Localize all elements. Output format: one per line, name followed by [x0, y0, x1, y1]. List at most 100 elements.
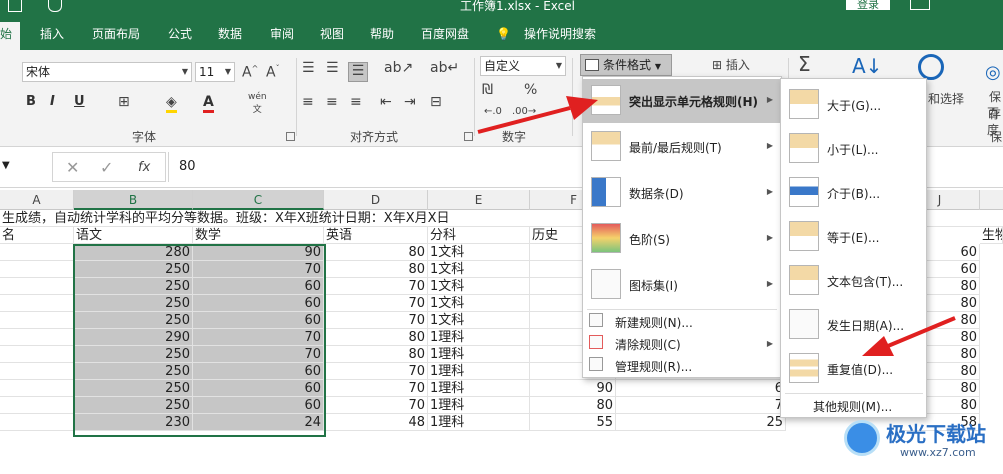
align-right-icon[interactable]: ≡: [350, 94, 362, 110]
align-left-icon[interactable]: ≡: [302, 94, 314, 110]
header-history[interactable]: 历史: [530, 227, 590, 244]
menu-highlight-rules[interactable]: 突出显示单元格规则(H) ▶: [583, 79, 781, 123]
header-math[interactable]: 数学: [193, 227, 324, 244]
baidu-save-icon[interactable]: ◎: [985, 62, 1001, 83]
col-header-c[interactable]: C: [193, 190, 324, 210]
decrease-decimal-icon[interactable]: .00→: [512, 106, 536, 117]
underline-button[interactable]: U: [74, 94, 85, 109]
col-header-d[interactable]: D: [324, 190, 428, 210]
menu-color-scales[interactable]: 色阶(S) ▶: [583, 217, 781, 261]
align-center-icon[interactable]: ≡: [326, 94, 338, 110]
table-cell[interactable]: 7: [616, 397, 786, 414]
table-cell[interactable]: [0, 261, 74, 278]
submenu-equal-to[interactable]: 等于(E)...: [781, 215, 926, 259]
increase-font-icon[interactable]: A^: [242, 64, 258, 81]
header-subject[interactable]: 分科: [428, 227, 530, 244]
name-box-dropdown-icon[interactable]: ▼: [2, 160, 10, 171]
font-color-icon[interactable]: A: [203, 94, 214, 113]
table-cell[interactable]: 70: [324, 363, 428, 380]
col-header-f[interactable]: F: [530, 190, 584, 210]
font-size-select[interactable]: 11 ▼: [195, 62, 235, 82]
number-format-select[interactable]: 自定义 ▼: [480, 56, 566, 76]
table-cell[interactable]: 1文科: [428, 278, 530, 295]
tab-help[interactable]: 帮助: [370, 26, 394, 42]
tab-review[interactable]: 审阅: [270, 26, 294, 42]
submenu-between[interactable]: 介于(B)...: [781, 171, 926, 215]
tab-formulas[interactable]: 公式: [168, 26, 192, 42]
fill-color-icon[interactable]: ◈: [166, 94, 177, 113]
align-top-icon[interactable]: ☰: [302, 60, 315, 76]
orientation-icon[interactable]: ab↗: [384, 60, 413, 76]
table-cell[interactable]: 80: [324, 346, 428, 363]
menu-new-rule[interactable]: 新建规则(N)...: [583, 311, 781, 333]
align-middle-icon[interactable]: ☰: [326, 60, 339, 76]
italic-button[interactable]: I: [50, 94, 55, 109]
table-cell[interactable]: 80: [530, 397, 616, 414]
header-name[interactable]: 名: [0, 227, 74, 244]
autosum-button[interactable]: Σ: [798, 52, 811, 76]
table-cell[interactable]: 25: [616, 414, 786, 431]
phonetic-icon[interactable]: wén 文: [248, 92, 267, 115]
table-cell[interactable]: [0, 278, 74, 295]
align-bottom-icon[interactable]: ☰: [348, 62, 368, 82]
menu-icon-sets[interactable]: 图标集(I) ▶: [583, 263, 781, 307]
currency-icon[interactable]: ₪: [482, 82, 493, 98]
table-cell[interactable]: 70: [324, 380, 428, 397]
table-cell[interactable]: 1理科: [428, 380, 530, 397]
print-preview-icon[interactable]: [48, 0, 62, 12]
decrease-font-icon[interactable]: Aˇ: [266, 64, 280, 81]
sort-filter-icon[interactable]: A↓: [852, 54, 882, 78]
tab-insert[interactable]: 插入: [40, 26, 64, 42]
col-header-b[interactable]: B: [74, 190, 193, 210]
tab-baidu[interactable]: 百度网盘: [421, 26, 469, 42]
tab-home[interactable]: 始: [0, 22, 21, 50]
table-cell[interactable]: 80: [324, 261, 428, 278]
submenu-date-occurring[interactable]: 发生日期(A)...: [781, 303, 926, 347]
menu-manage-rules[interactable]: 管理规则(R)...: [583, 355, 781, 377]
submenu-text-contains[interactable]: 文本包含(T)...: [781, 259, 926, 303]
align-dialog-launcher[interactable]: [464, 132, 473, 141]
submenu-less-than[interactable]: 小于(L)...: [781, 127, 926, 171]
header-english[interactable]: 英语: [324, 227, 428, 244]
table-cell[interactable]: 1文科: [428, 312, 530, 329]
menu-top-bottom[interactable]: 最前/最后规则(T) ▶: [583, 125, 781, 169]
login-button[interactable]: 登录: [846, 0, 890, 10]
table-cell[interactable]: 1理科: [428, 346, 530, 363]
enter-icon[interactable]: ✓: [100, 158, 113, 177]
table-cell[interactable]: [0, 295, 74, 312]
table-cell[interactable]: 90: [530, 380, 616, 397]
decrease-indent-icon[interactable]: ⇤: [380, 94, 392, 110]
table-cell[interactable]: [0, 414, 74, 431]
table-cell[interactable]: [0, 329, 74, 346]
table-cell[interactable]: 70: [324, 278, 428, 295]
conditional-format-button[interactable]: 条件格式 ▼: [580, 54, 672, 76]
table-cell[interactable]: [0, 380, 74, 397]
col-header-a[interactable]: A: [0, 190, 74, 210]
bold-button[interactable]: B: [26, 94, 36, 109]
find-icon[interactable]: [918, 54, 944, 80]
insert-function-button[interactable]: fx: [138, 160, 150, 175]
merge-center-icon[interactable]: ⊟: [430, 94, 442, 110]
increase-decimal-icon[interactable]: ←.0: [484, 106, 502, 117]
font-dialog-launcher[interactable]: [286, 132, 295, 141]
cancel-icon[interactable]: ✕: [66, 158, 79, 177]
tab-data[interactable]: 数据: [218, 26, 242, 42]
submenu-greater-than[interactable]: 大于(G)...: [781, 83, 926, 127]
menu-clear-rules[interactable]: 清除规则(C) ▶: [583, 333, 781, 355]
percent-button[interactable]: %: [524, 82, 537, 98]
table-cell[interactable]: [0, 312, 74, 329]
submenu-duplicate-values[interactable]: 重复值(D)...: [781, 347, 926, 391]
tab-page-layout[interactable]: 页面布局: [92, 26, 140, 42]
table-cell[interactable]: 70: [324, 397, 428, 414]
table-cell[interactable]: 1文科: [428, 244, 530, 261]
table-cell[interactable]: [0, 346, 74, 363]
table-cell[interactable]: 70: [324, 312, 428, 329]
wrap-text-icon[interactable]: ab↵: [430, 60, 459, 76]
table-cell[interactable]: 1理科: [428, 329, 530, 346]
table-cell[interactable]: [0, 397, 74, 414]
font-name-select[interactable]: 宋体 ▼: [22, 62, 192, 82]
table-cell[interactable]: 55: [530, 414, 616, 431]
table-cell[interactable]: 1理科: [428, 397, 530, 414]
save-icon[interactable]: [8, 0, 22, 12]
find-select-label[interactable]: 和选择: [928, 90, 964, 107]
